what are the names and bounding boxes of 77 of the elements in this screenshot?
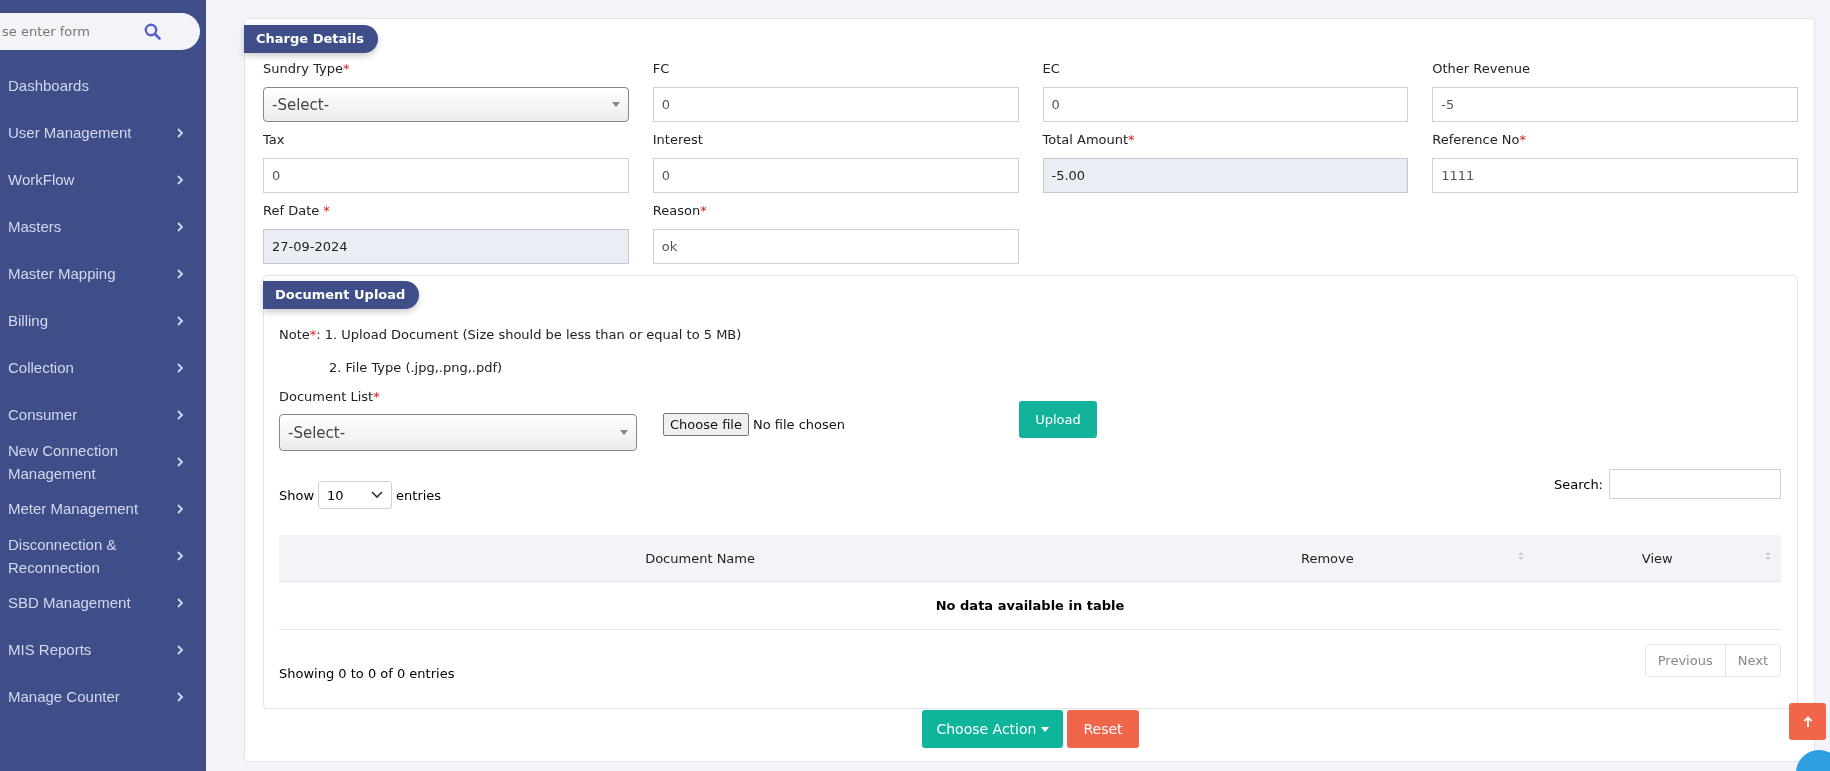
sort-icon: [1517, 551, 1524, 561]
field-label: Ref Date *: [263, 203, 331, 220]
input-field[interactable]: 0: [652, 87, 1019, 122]
chevron-right-icon: [176, 220, 184, 233]
note-text: 2. File Type (.jpg,.png,.pdf): [329, 360, 504, 375]
input-field[interactable]: 0: [263, 158, 629, 193]
sidebar-item[interactable]: SBD Management: [0, 579, 206, 626]
chevron-right-icon: [176, 173, 184, 186]
caret-icon: [611, 101, 620, 108]
column-header[interactable]: Remove: [1121, 535, 1534, 582]
chevron-down-icon: [371, 491, 384, 499]
field-label: Reference No*: [1432, 132, 1528, 149]
sidebar-item[interactable]: Master Mapping: [0, 250, 206, 297]
chevron-right-icon: [176, 455, 184, 468]
sidebar-item[interactable]: User Management: [0, 109, 206, 156]
sidebar-item[interactable]: Masters: [0, 203, 206, 250]
chevron-right-icon: [176, 596, 184, 609]
table-info: Showing 0 to 0 of 0 entries: [279, 666, 455, 681]
input-field[interactable]: 27-09-2024: [263, 229, 629, 264]
input-field[interactable]: -5: [1432, 87, 1798, 122]
field-label: Interest: [652, 132, 704, 149]
chevron-right-icon: [176, 643, 184, 656]
sidebar-item[interactable]: Meter Management: [0, 485, 206, 532]
field-label: Document List*: [279, 389, 381, 406]
chevron-right-icon: [176, 408, 184, 421]
chevron-right-icon: [176, 267, 184, 280]
arrow-up-icon: [1802, 715, 1813, 728]
field-label: Sundry Type*: [263, 61, 351, 78]
select-field[interactable]: -Select-: [279, 414, 637, 451]
sidebar-item[interactable]: WorkFlow: [0, 156, 206, 203]
field-label: EC: [1042, 61, 1061, 78]
file-status: No file chosen: [752, 417, 846, 432]
caret-icon: [620, 429, 628, 436]
chevron-right-icon: [176, 361, 184, 374]
column-header[interactable]: View: [1533, 535, 1781, 582]
sidebar-item[interactable]: Disconnection & Reconnection: [0, 532, 206, 579]
entries-label: entries: [396, 487, 442, 503]
input-field[interactable]: 1111: [1432, 158, 1798, 193]
caret-icon: [1041, 726, 1050, 732]
field-label: FC: [652, 61, 671, 78]
field-label: Tax: [263, 132, 286, 149]
note-text: Note*: 1. Upload Document (Size should be less than or equal to 5 MB): [279, 327, 743, 342]
sidebar-item[interactable]: MIS Reports: [0, 626, 206, 673]
sidebar-item[interactable]: Collection: [0, 344, 206, 391]
chevron-right-icon: [176, 502, 184, 515]
sort-icon: [1765, 551, 1771, 561]
search-field[interactable]: [1609, 469, 1781, 499]
input-field[interactable]: ok: [652, 229, 1019, 264]
chevron-right-icon: [176, 549, 184, 562]
sidebar-item[interactable]: Dashboards: [0, 62, 206, 109]
section-title: Document Upload: [263, 281, 420, 309]
chevron-right-icon: [176, 126, 184, 139]
search-field[interactable]: se enter form: [0, 13, 200, 50]
reset-button[interactable]: Reset: [1067, 710, 1139, 748]
input-field[interactable]: 0: [1042, 87, 1409, 122]
section-title: Charge Details: [244, 25, 378, 53]
entries-select[interactable]: 10: [318, 481, 393, 509]
search-icon: [144, 23, 161, 40]
sidebar-item[interactable]: New Connection Management: [0, 438, 206, 485]
field-label: Other Revenue: [1432, 61, 1531, 78]
sidebar-item[interactable]: Billing: [0, 297, 206, 344]
field-label: Reason*: [652, 203, 708, 220]
input-field[interactable]: -5.00: [1042, 158, 1409, 193]
empty-message: No data available in table: [279, 581, 1781, 630]
choose-file-button[interactable]: Choose file: [663, 413, 749, 436]
chevron-right-icon: [176, 314, 184, 327]
search-label: Search:: [1553, 476, 1603, 492]
show-label: Show: [279, 487, 315, 503]
select-field[interactable]: -Select-: [263, 87, 629, 122]
search-input[interactable]: se enter form: [0, 23, 144, 40]
input-field[interactable]: 0: [652, 158, 1019, 193]
field-label: Total Amount*: [1042, 132, 1136, 149]
chevron-right-icon: [176, 690, 184, 703]
sidebar-item[interactable]: Manage Counter: [0, 673, 206, 720]
sidebar-item[interactable]: Consumer: [0, 391, 206, 438]
column-header[interactable]: Document Name: [279, 535, 1122, 582]
scroll-top-button[interactable]: [1789, 703, 1826, 740]
